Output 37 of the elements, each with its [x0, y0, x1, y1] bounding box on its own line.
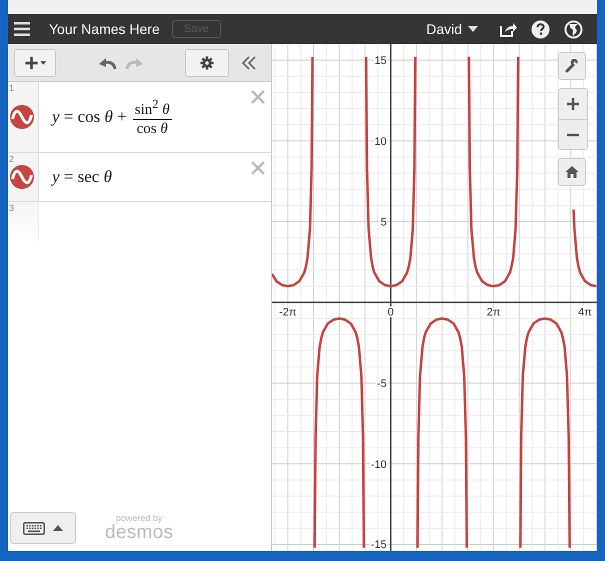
powered-by-text: powered by — [116, 514, 162, 522]
axis-label: 15 — [374, 55, 387, 68]
math-expression[interactable]: y = sec θ — [52, 167, 112, 187]
caret-icon — [468, 26, 478, 32]
axis-label: -10 — [370, 458, 387, 471]
axis-label: 2π — [486, 306, 500, 318]
wrench-icon — [565, 59, 579, 73]
user-menu[interactable]: David — [426, 21, 478, 37]
help-icon[interactable] — [531, 20, 550, 38]
brand-logo-text: desmos — [105, 522, 174, 542]
globe-icon[interactable] — [564, 20, 583, 38]
home-icon — [565, 165, 579, 179]
plus-icon — [566, 97, 580, 111]
keyboard-icon — [23, 522, 45, 534]
settings-icon — [200, 56, 214, 70]
axis-label: -5 — [376, 378, 387, 390]
graph-wave-icon[interactable] — [10, 165, 34, 189]
graph-settings-button[interactable] — [558, 52, 586, 80]
menu-icon[interactable] — [14, 22, 30, 36]
add-item-button[interactable] — [14, 48, 56, 76]
caret-up-icon — [53, 525, 63, 531]
axis-label: 5 — [380, 216, 387, 229]
graph-title[interactable]: Your Names Here — [49, 21, 160, 37]
axis-label: -2π — [279, 306, 297, 318]
collapse-icon[interactable] — [241, 56, 257, 70]
default-view-button[interactable] — [558, 158, 586, 186]
graph-wave-icon[interactable] — [10, 105, 34, 129]
axis-label: -15 — [370, 539, 387, 551]
undo-icon[interactable] — [98, 56, 118, 70]
axis-label: 10 — [374, 136, 387, 148]
keyboard-button[interactable] — [10, 512, 76, 544]
line-number: 1 — [9, 83, 14, 93]
line-number: 2 — [9, 154, 14, 164]
axis-label: 4π — [578, 306, 592, 318]
line-number: 3 — [9, 203, 14, 213]
math-expression[interactable]: y = cos θ + sin$^{2}$ θ cos θ — [52, 96, 172, 138]
settings-button[interactable] — [185, 48, 229, 76]
